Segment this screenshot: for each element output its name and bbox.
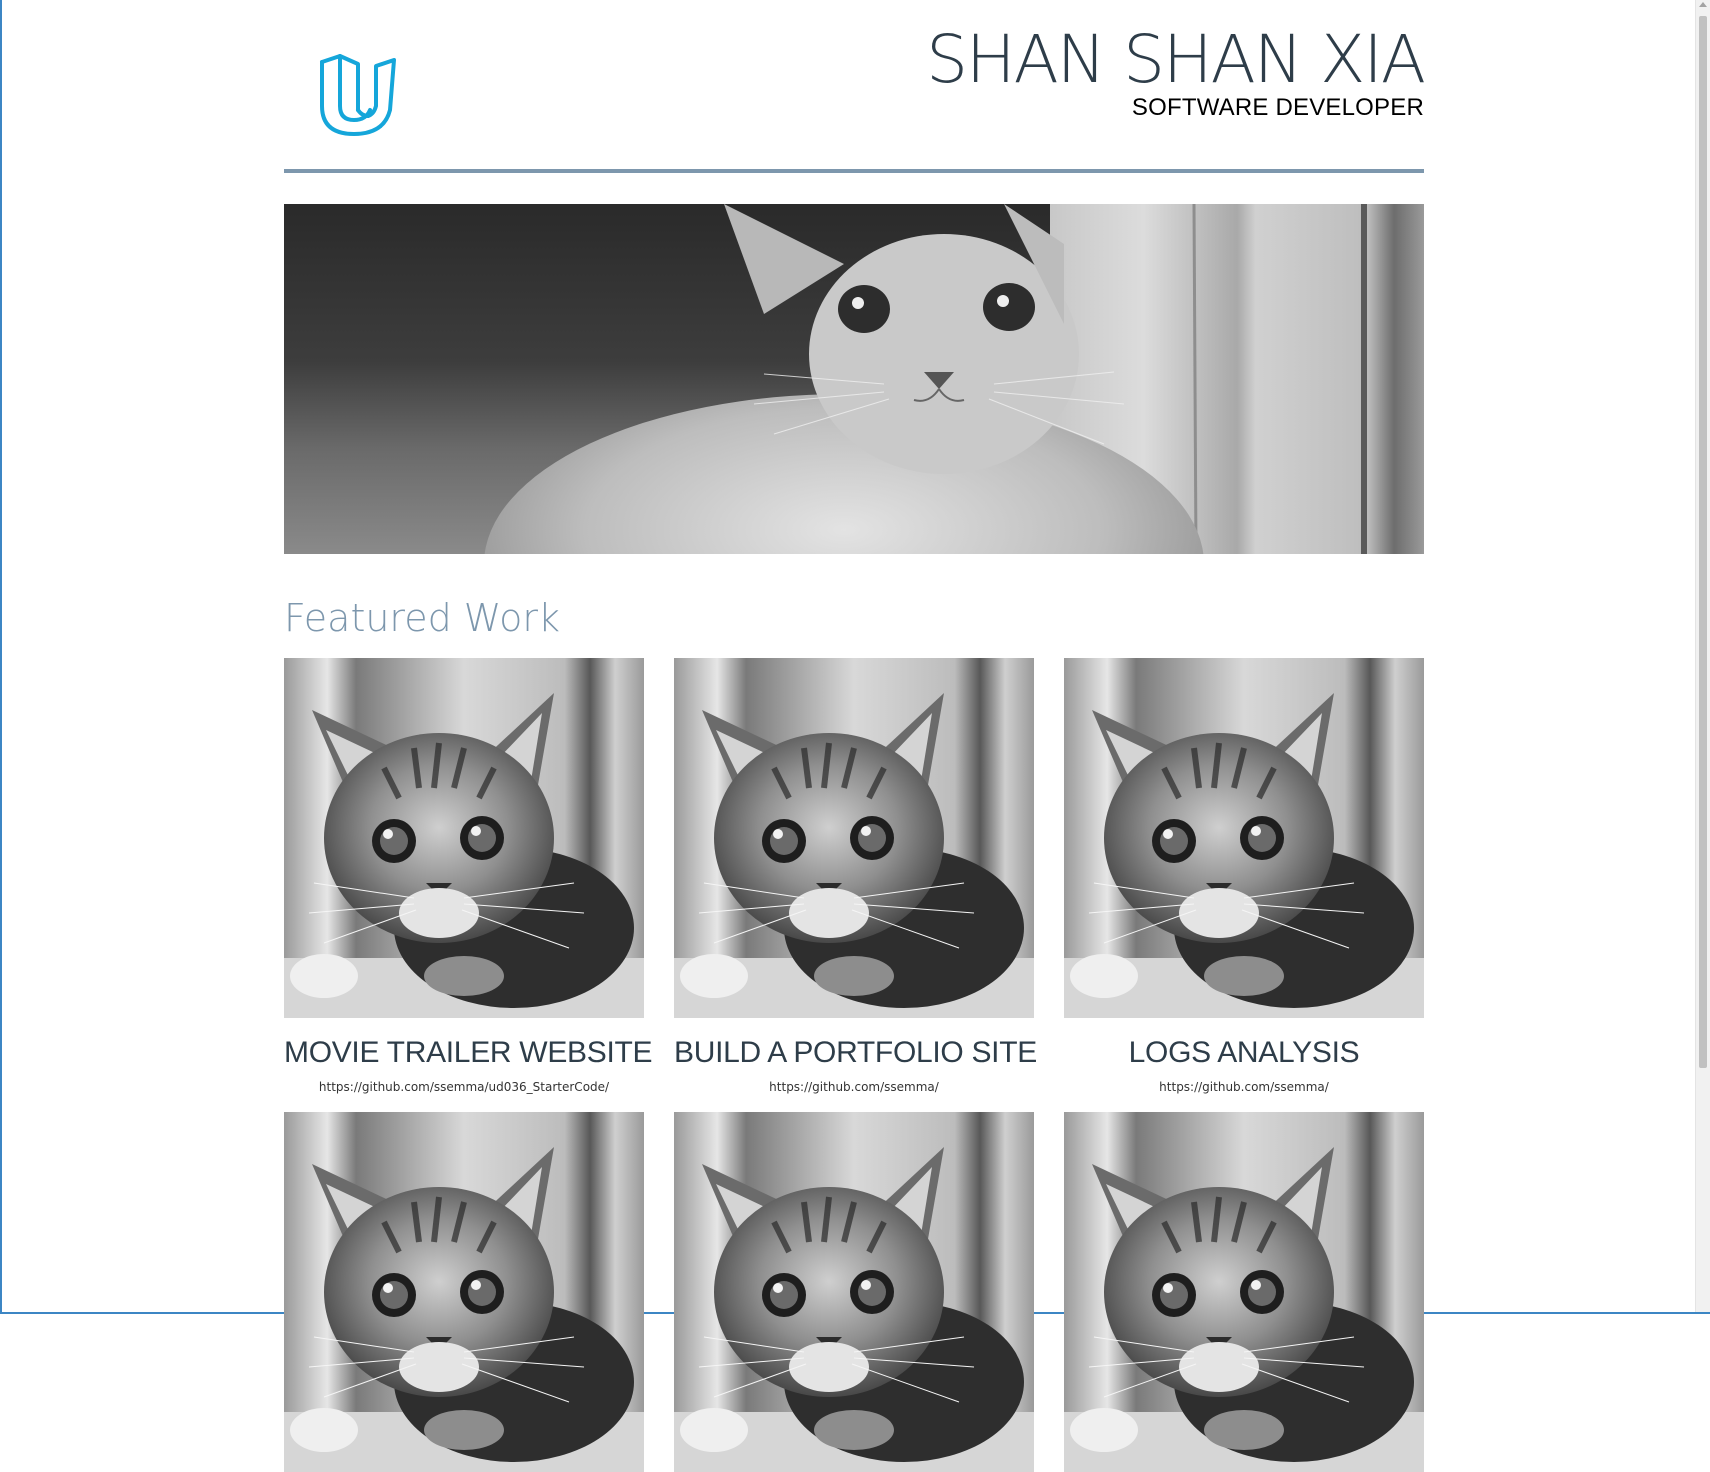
scroll-up-arrow-icon[interactable] [1699, 2, 1707, 7]
page-container: SHAN SHAN XIA SOFTWARE DEVELOPER Feature… [284, 0, 1426, 1472]
header-divider [284, 169, 1424, 173]
project-card[interactable] [674, 1112, 1034, 1472]
project-thumbnail-image[interactable] [284, 658, 644, 1018]
project-title: MOVIE TRAILER WEBSITE [284, 1036, 653, 1069]
project-thumbnail-image[interactable] [674, 658, 1034, 1018]
kitten-hero-image [284, 204, 1424, 554]
project-thumbnail-image[interactable] [674, 1112, 1034, 1472]
site-owner-role: SOFTWARE DEVELOPER [1131, 94, 1424, 121]
project-link[interactable]: https://github.com/ssemma/ [674, 1080, 1034, 1094]
site-header: SHAN SHAN XIA SOFTWARE DEVELOPER [284, 0, 1426, 173]
scrollbar-thumb[interactable] [1699, 16, 1707, 1068]
project-card[interactable]: LOGS ANALYSIS https://github.com/ssemma/ [1064, 658, 1424, 1094]
project-title: BUILD A PORTFOLIO SITE [674, 1036, 1037, 1069]
project-card[interactable]: MOVIE TRAILER WEBSITE https://github.com… [284, 658, 653, 1094]
project-thumbnail-image[interactable] [1064, 1112, 1424, 1472]
project-thumbnail-image[interactable] [284, 1112, 644, 1472]
project-card[interactable] [284, 1112, 644, 1472]
project-thumbnail-image[interactable] [1064, 658, 1424, 1018]
project-card[interactable]: BUILD A PORTFOLIO SITE https://github.co… [674, 658, 1037, 1094]
browser-viewport: SHAN SHAN XIA SOFTWARE DEVELOPER Feature… [0, 0, 1710, 1472]
project-card[interactable] [1064, 1112, 1424, 1472]
vertical-scrollbar[interactable] [1695, 0, 1710, 1312]
site-owner-name: SHAN SHAN XIA [926, 21, 1426, 98]
udacity-logo-icon[interactable] [318, 54, 398, 138]
featured-work-heading: Featured Work [284, 596, 561, 640]
hero-image [284, 204, 1424, 554]
project-title: LOGS ANALYSIS [1128, 1036, 1360, 1069]
project-link[interactable]: https://github.com/ssemma/ud036_StarterC… [284, 1080, 644, 1094]
project-link[interactable]: https://github.com/ssemma/ [1064, 1080, 1424, 1094]
